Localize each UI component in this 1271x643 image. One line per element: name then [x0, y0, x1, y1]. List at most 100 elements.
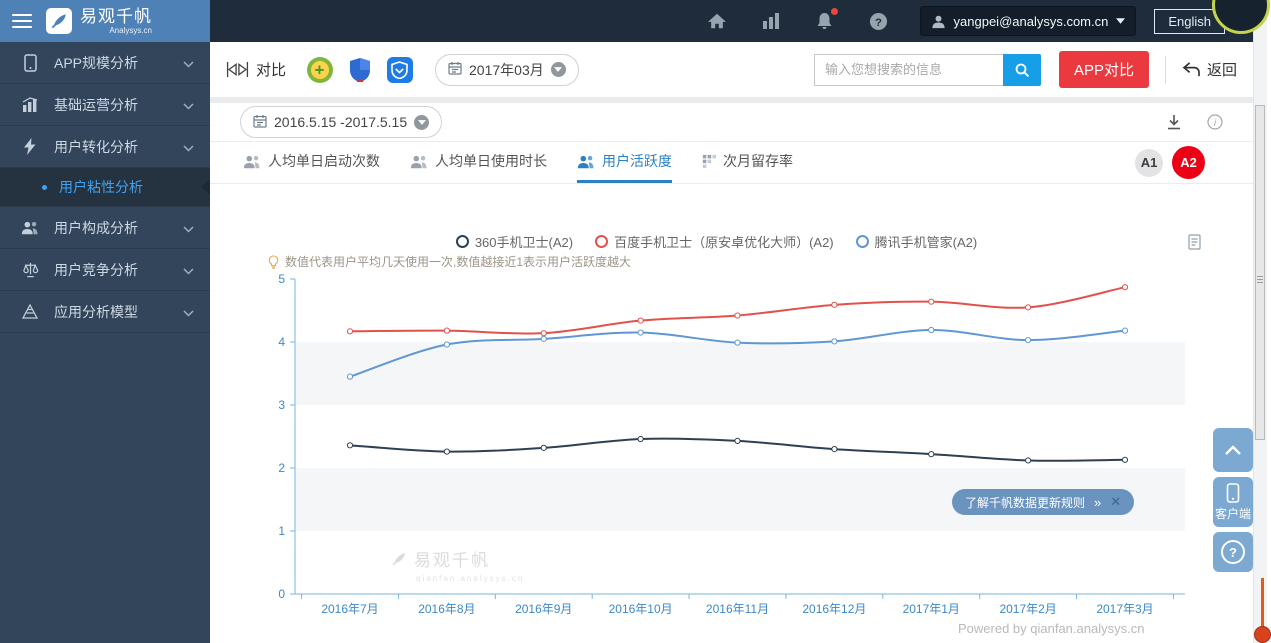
active-notch [201, 179, 210, 195]
data-point [443, 341, 450, 348]
search-button[interactable] [1002, 53, 1041, 86]
tab-2[interactable]: 用户活跃度 [577, 142, 672, 183]
avatar-icon [931, 15, 945, 28]
app-badge-a2[interactable]: A2 [1172, 146, 1205, 179]
svg-text:i: i [1214, 118, 1217, 129]
data-point [1025, 457, 1032, 464]
back-to-top-button[interactable] [1213, 428, 1253, 472]
data-point [346, 328, 354, 335]
notifications-bell-icon[interactable] [814, 8, 838, 31]
qianfan-logo[interactable] [46, 8, 72, 34]
scrollbar-grip [1257, 276, 1263, 277]
sidebar-item-chart[interactable]: 基础运营分析 [0, 84, 210, 126]
x-axis-label: 2017年3月 [1096, 602, 1153, 616]
download-icon[interactable] [1165, 113, 1183, 131]
data-point [831, 301, 838, 308]
tabs: 人均单日启动次数 人均单日使用时长 用户活跃度 次月留存率 [243, 142, 793, 183]
svg-text:5: 5 [278, 272, 285, 286]
x-axis-label: 2016年8月 [418, 602, 475, 616]
tab-0[interactable]: 人均单日启动次数 [243, 142, 380, 183]
month-selector[interactable]: 2017年03月 [435, 53, 579, 86]
legend-item-0[interactable]: 360手机卫士(A2) [455, 232, 573, 251]
sidebar-item-model[interactable]: 应用分析模型 [0, 291, 210, 333]
tooltip-more-icon[interactable]: » [1094, 495, 1101, 510]
phone-icon [1226, 482, 1240, 503]
help-icon[interactable]: ? [868, 11, 890, 31]
users-icon [410, 154, 428, 169]
svg-text:4: 4 [278, 335, 285, 349]
hamburger-menu-icon[interactable] [12, 14, 32, 28]
data-point [443, 448, 450, 455]
sidebar-subitem[interactable]: 用户粘性分析 [0, 168, 210, 207]
user-account-menu[interactable]: yangpei@analysys.com.cn [919, 6, 1137, 36]
search-input[interactable] [813, 53, 1003, 86]
x-axis-label: 2016年7月 [321, 602, 378, 616]
watermark: 易观千帆 qianfan.analysys.cn [390, 546, 524, 583]
chart-icon [20, 97, 40, 112]
x-axis-label: 2016年12月 [802, 602, 866, 616]
client-label: 客户端 [1214, 506, 1251, 521]
compared-apps: + [306, 56, 413, 83]
chevron-up-icon [1225, 444, 1241, 455]
analytics-icon[interactable] [760, 11, 782, 31]
date-range-row: 2016.5.15 -2017.5.15 i [210, 103, 1253, 142]
sidebar-item-phone[interactable]: APP规模分析 [0, 42, 210, 84]
back-label: 返回 [1206, 62, 1237, 79]
back-button[interactable]: 返回 [1182, 59, 1237, 80]
compare-toggle[interactable]: 对比 [226, 59, 286, 80]
x-axis-label: 2016年9月 [515, 602, 572, 616]
toolbar-divider [1164, 55, 1166, 84]
back-arrow-icon [1182, 62, 1200, 77]
scrollbar-thumb[interactable] [1255, 105, 1265, 440]
tab-1[interactable]: 人均单日使用时长 [410, 142, 547, 183]
data-point [831, 446, 838, 453]
x-axis-label: 2016年10月 [609, 602, 673, 616]
brand-title: 易观千帆 [80, 6, 152, 26]
metric-tab-row: 人均单日启动次数 人均单日使用时长 用户活跃度 次月留存率 A1 A2 [210, 142, 1253, 184]
tooltip-close-icon[interactable]: ✕ [1110, 494, 1121, 510]
tab-3[interactable]: 次月留存率 [702, 142, 793, 183]
help-float-button[interactable]: ? [1213, 532, 1253, 572]
calendar-icon [448, 61, 462, 78]
data-point [928, 326, 935, 334]
data-point [346, 442, 354, 449]
compare-icon [226, 61, 249, 78]
brand-subtitle: Analysys.cn [109, 25, 152, 35]
app-compare-button[interactable]: APP对比 [1058, 51, 1149, 88]
watermark-sail-icon [392, 552, 405, 566]
app-icon-s360[interactable]: + [306, 56, 333, 83]
sidebar-item-scale[interactable]: 用户竞争分析 [0, 249, 210, 291]
svg-text:2: 2 [278, 461, 285, 475]
app-icon-tencent[interactable] [386, 56, 413, 83]
data-view-icon[interactable] [1188, 234, 1201, 255]
data-point [443, 327, 450, 334]
activity-line-chart: 0 1 2 3 4 5 2016年7月 2016年8月 2016年9月 2016年10月 2016年… [278, 272, 1185, 616]
chart-hint: 数值代表用户平均几天使用一次,数值越接近1表示用户活跃度越大 [268, 253, 631, 270]
data-point [540, 335, 547, 342]
app-badge-a1[interactable]: A1 [1135, 148, 1163, 177]
data-point [734, 312, 741, 319]
lightbulb-icon [268, 254, 279, 269]
legend-marker [595, 235, 609, 248]
legend-marker [455, 235, 469, 248]
home-icon[interactable] [706, 11, 728, 31]
sidebar-item-bolt[interactable]: 用户转化分析 [0, 126, 210, 168]
sidebar-item-users[interactable]: 用户构成分析 [0, 207, 210, 249]
legend-item-1[interactable]: 百度手机卫士（原安卓优化大师）(A2) [595, 232, 834, 251]
data-point [928, 298, 935, 305]
search-icon [1015, 63, 1030, 77]
brand-area: 易观千帆 Analysys.cn [0, 0, 210, 42]
mobile-client-button[interactable]: 客户端 [1213, 477, 1253, 527]
scrollbar-track[interactable] [1253, 0, 1267, 643]
toolbar-gap [210, 97, 1253, 103]
chevron-down-icon [183, 139, 194, 155]
data-point [637, 435, 644, 443]
legend-item-2[interactable]: 腾讯手机管家(A2) [855, 232, 977, 251]
data-point [540, 444, 547, 451]
update-rules-tooltip[interactable]: 了解千帆数据更新规则 » ✕ [952, 489, 1135, 515]
info-icon[interactable]: i [1207, 114, 1223, 130]
app-icon-baidu[interactable] [346, 56, 373, 83]
month-selector-value: 2017年03月 [469, 61, 544, 78]
caret-down-icon [1116, 18, 1126, 24]
date-range-selector[interactable]: 2016.5.15 -2017.5.15 [240, 106, 443, 138]
